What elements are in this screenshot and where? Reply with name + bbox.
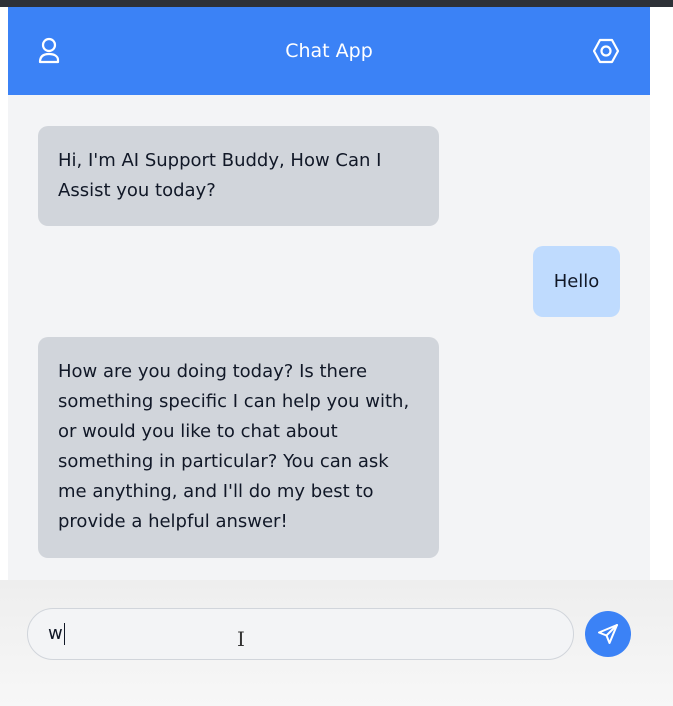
ai-message: Hi, I'm AI Support Buddy, How Can I Assi… <box>38 126 439 226</box>
ibeam-cursor: I <box>237 627 245 651</box>
ai-message: How are you doing today? Is there someth… <box>38 337 439 558</box>
text-caret <box>63 623 65 645</box>
send-icon <box>598 624 618 644</box>
header: Chat App <box>8 7 650 95</box>
message-list: Hi, I'm AI Support Buddy, How Can I Assi… <box>8 95 650 587</box>
message-input-value: w <box>48 623 65 645</box>
send-button[interactable] <box>585 611 631 657</box>
user-message: Hello <box>533 246 620 317</box>
app-title: Chat App <box>285 40 373 62</box>
top-strip <box>0 0 673 7</box>
settings-icon[interactable] <box>592 37 620 65</box>
user-icon[interactable] <box>35 37 63 65</box>
composer: w <box>0 580 673 706</box>
message-input[interactable]: w <box>27 608 574 660</box>
